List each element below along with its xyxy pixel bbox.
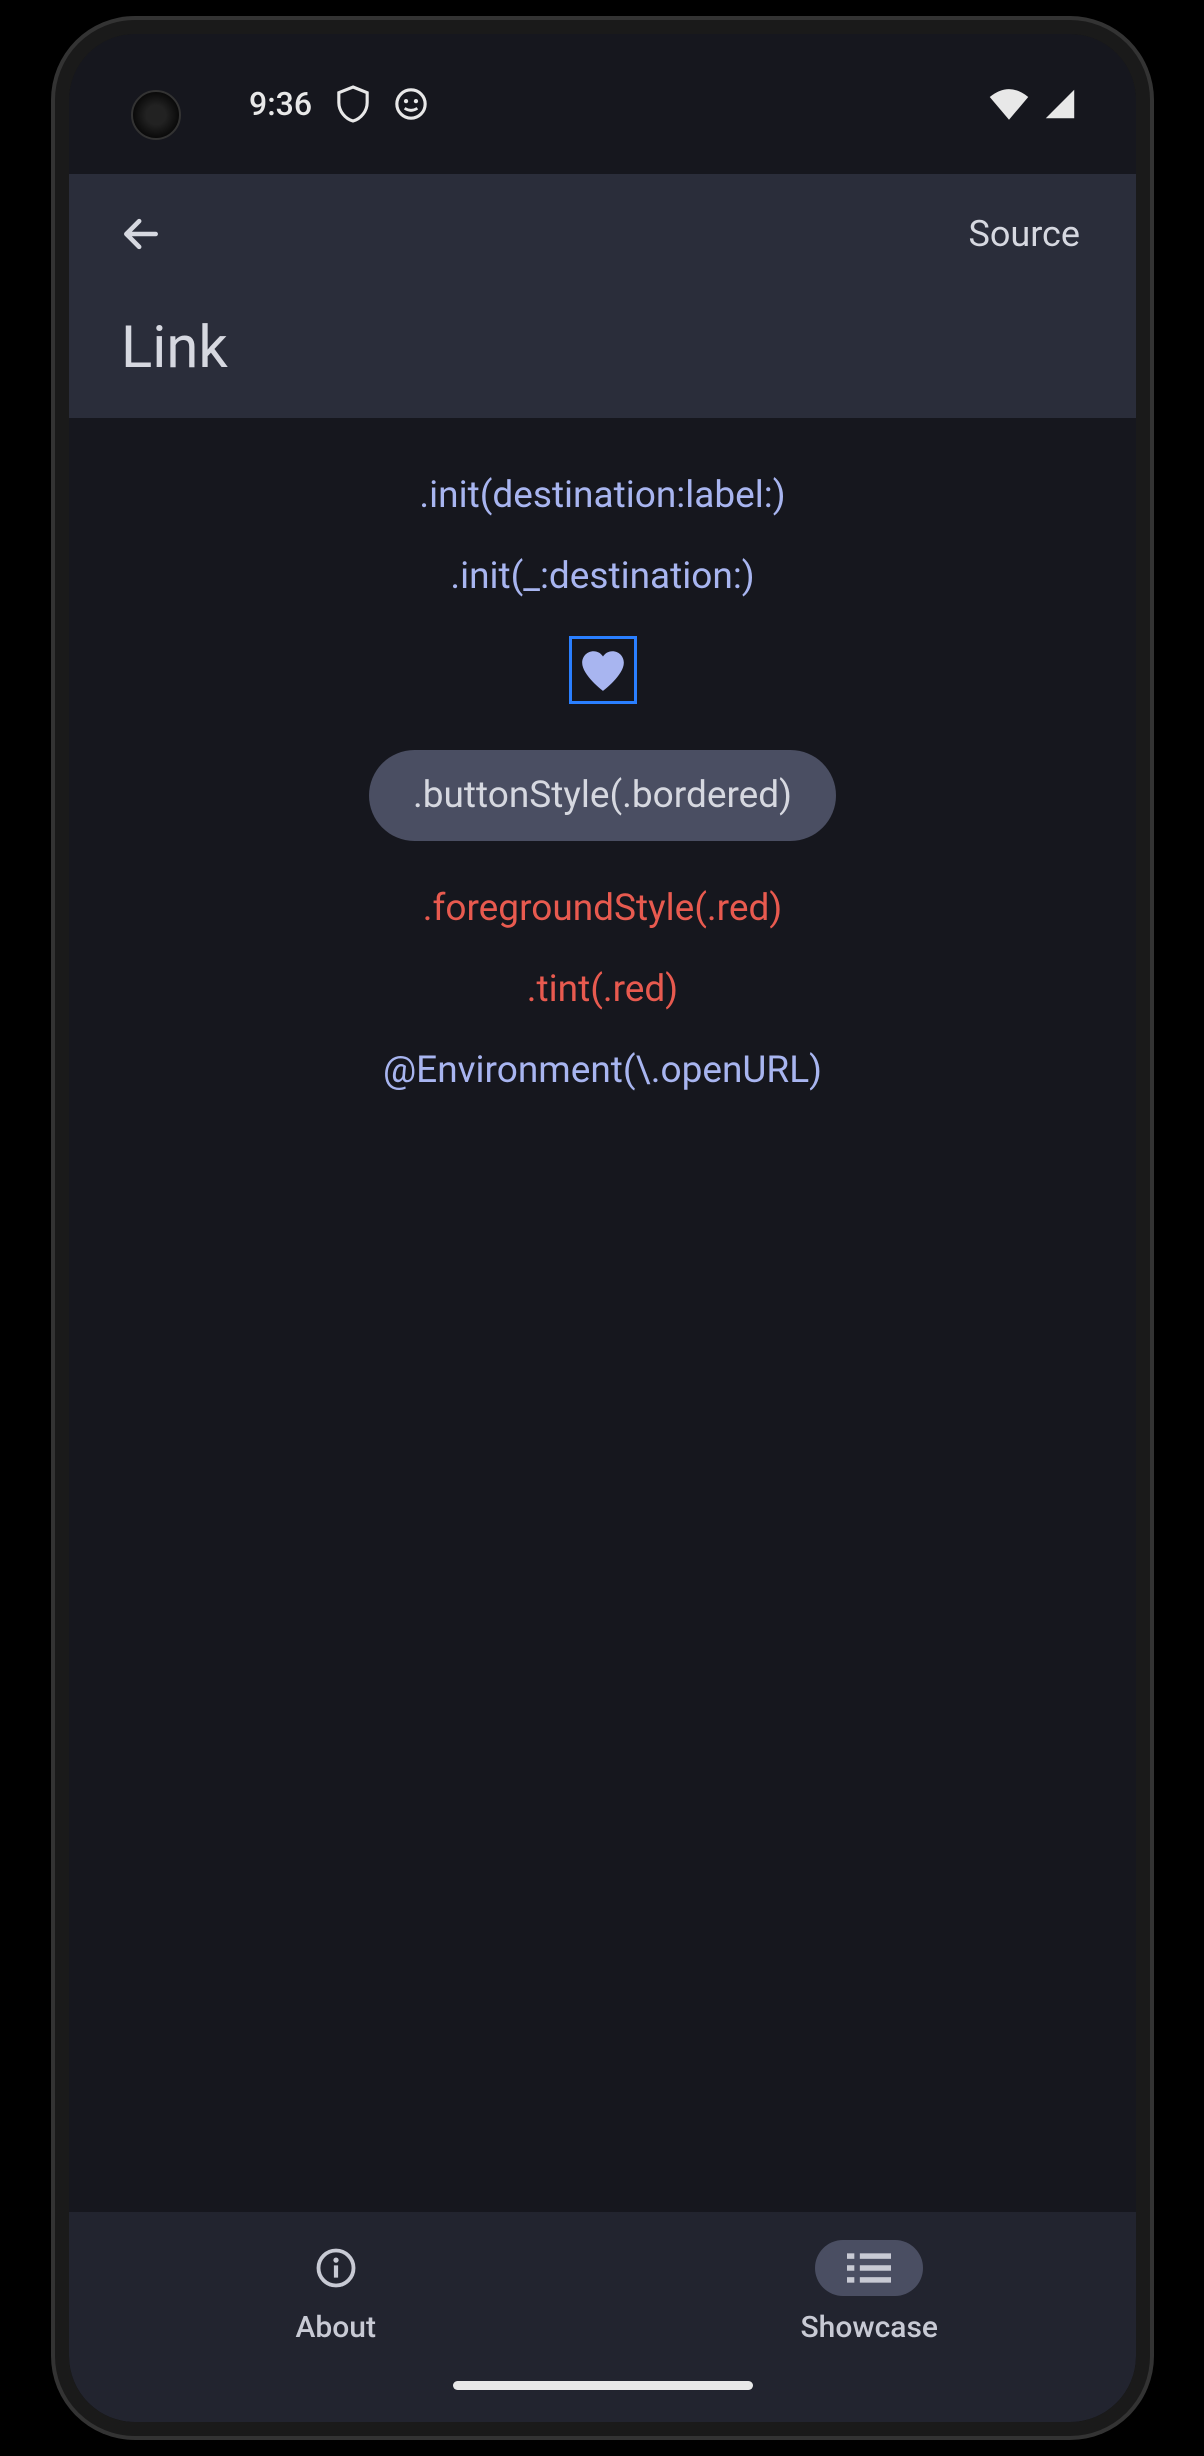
info-icon bbox=[315, 2247, 357, 2289]
home-indicator[interactable] bbox=[453, 2381, 753, 2390]
face-icon bbox=[394, 87, 428, 121]
heart-link[interactable] bbox=[569, 636, 637, 704]
status-time: 9:36 bbox=[249, 85, 312, 123]
back-button[interactable] bbox=[113, 206, 169, 262]
page-title: Link bbox=[113, 314, 1092, 382]
nav-showcase-label: Showcase bbox=[801, 2310, 938, 2345]
link-init-destination-label[interactable]: .init(destination:label:) bbox=[419, 474, 785, 517]
source-button[interactable]: Source bbox=[968, 213, 1092, 255]
status-bar: 9:36 bbox=[69, 34, 1136, 174]
list-icon bbox=[847, 2251, 891, 2285]
screen: 9:36 Sou bbox=[69, 34, 1136, 2422]
app-header: Source Link bbox=[69, 174, 1136, 418]
front-camera bbox=[131, 90, 181, 140]
shield-icon bbox=[336, 85, 370, 123]
cellular-icon bbox=[1044, 88, 1076, 120]
nav-about[interactable]: About bbox=[69, 2240, 603, 2345]
bottom-navigation: About Showcase bbox=[69, 2212, 1136, 2422]
link-button-style-bordered[interactable]: .buttonStyle(.bordered) bbox=[369, 750, 836, 841]
nav-about-label: About bbox=[296, 2310, 376, 2345]
wifi-icon bbox=[988, 88, 1030, 120]
phone-frame: 9:36 Sou bbox=[55, 20, 1150, 2436]
arrow-left-icon bbox=[119, 212, 163, 256]
link-foreground-style-red[interactable]: .foregroundStyle(.red) bbox=[423, 887, 782, 930]
nav-showcase[interactable]: Showcase bbox=[603, 2240, 1137, 2345]
link-environment-openurl[interactable]: @Environment(\.openURL) bbox=[383, 1049, 822, 1092]
heart-icon bbox=[578, 647, 628, 693]
content-area: .init(destination:label:) .init(_:destin… bbox=[69, 418, 1136, 1148]
link-tint-red[interactable]: .tint(.red) bbox=[527, 968, 678, 1011]
link-init-underscore-destination[interactable]: .init(_:destination:) bbox=[450, 555, 754, 598]
